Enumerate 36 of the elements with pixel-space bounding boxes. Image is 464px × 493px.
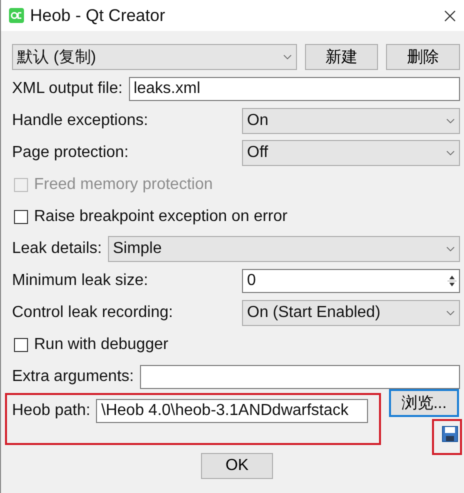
field-label: Extra arguments: [12,368,134,386]
field-label: Heob path: [12,402,90,420]
path-field[interactable]: \Heob 4.0\heob-3.1ANDdwarfstack [96,399,368,423]
dropdown[interactable]: Off [242,140,460,166]
dropdown[interactable]: On (Start Enabled) [242,300,460,326]
field-label: Handle exceptions: [12,112,150,130]
field-label: Minimum leak size: [12,272,150,290]
checkbox[interactable] [14,338,28,352]
dropdown[interactable]: Simple [108,236,460,262]
field-label: Leak details: [12,240,102,258]
checkbox[interactable] [14,210,28,224]
ok-button[interactable]: OK [201,453,273,479]
field-label: Control leak recording: [12,304,174,322]
caret-icon [446,150,455,156]
input-field[interactable] [140,365,460,389]
close-icon[interactable] [444,10,456,22]
caret-icon [446,118,455,124]
app-icon [9,8,24,23]
save-icon[interactable] [442,426,458,442]
dropdown[interactable]: On [242,108,460,134]
profile-dropdown[interactable]: 默认 (复制) [12,44,297,70]
profile-button[interactable]: 新建 [304,44,378,70]
field-label: XML output file: [12,80,123,98]
caret-icon [446,246,455,252]
profile-button[interactable]: 删除 [386,44,460,70]
browse-button[interactable]: 浏览... [389,389,459,417]
input-field[interactable]: leaks.xml [128,77,460,101]
window-title: Heob - Qt Creator [30,6,166,26]
checkbox-label: Raise breakpoint exception on error [34,208,288,226]
spin-box[interactable]: 0 [242,269,460,293]
caret-icon [282,54,292,60]
checkbox-label: Freed memory protection [34,176,213,194]
caret-icon [446,310,455,316]
field-label: Page protection: [12,144,130,162]
highlight-box [432,419,462,455]
checkbox-label: Run with debugger [34,336,168,354]
